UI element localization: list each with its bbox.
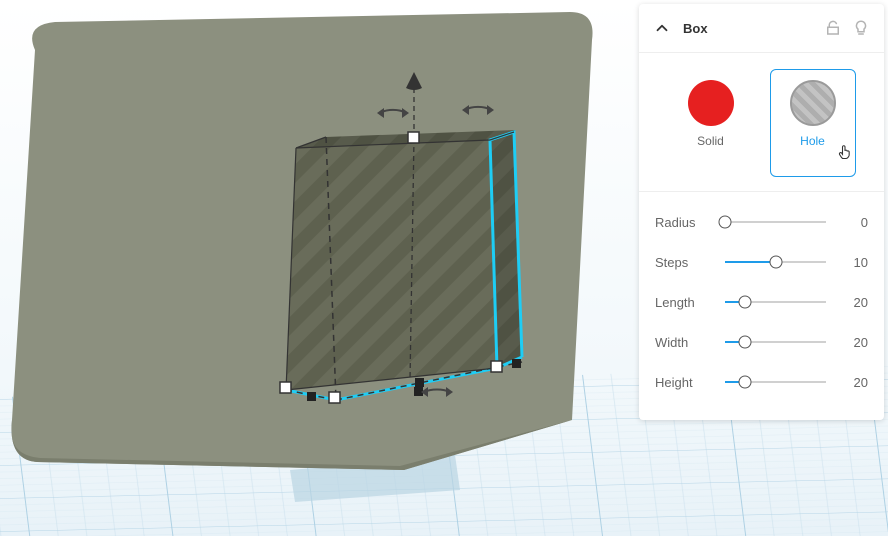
slider-thumb[interactable] <box>739 296 752 309</box>
param-value[interactable]: 20 <box>838 375 868 390</box>
cursor-hand-icon <box>835 142 855 162</box>
param-slider[interactable] <box>725 221 826 223</box>
param-label: Radius <box>655 215 713 230</box>
param-label: Height <box>655 375 713 390</box>
param-label: Width <box>655 335 713 350</box>
param-slider[interactable] <box>725 301 826 303</box>
param-height: Height 20 <box>655 362 868 402</box>
param-width: Width 20 <box>655 322 868 362</box>
param-value[interactable]: 0 <box>838 215 868 230</box>
lightbulb-icon[interactable] <box>852 19 870 37</box>
param-value[interactable]: 20 <box>838 295 868 310</box>
slider-thumb[interactable] <box>739 336 752 349</box>
hole-label: Hole <box>800 134 825 148</box>
param-value[interactable]: 10 <box>838 255 868 270</box>
shape-properties-panel: Box Solid Hole Radius0Steps10Length20Wid… <box>639 4 884 420</box>
param-label: Steps <box>655 255 713 270</box>
param-slider[interactable] <box>725 261 826 263</box>
collapse-icon[interactable] <box>653 19 671 37</box>
solid-label: Solid <box>697 134 724 148</box>
hole-option[interactable]: Hole <box>770 69 856 177</box>
param-value[interactable]: 20 <box>838 335 868 350</box>
param-steps: Steps 10 <box>655 242 868 282</box>
solid-option[interactable]: Solid <box>668 69 754 177</box>
solid-swatch-icon <box>688 80 734 126</box>
slider-thumb[interactable] <box>739 376 752 389</box>
param-length: Length 20 <box>655 282 868 322</box>
slider-thumb[interactable] <box>769 256 782 269</box>
param-slider[interactable] <box>725 381 826 383</box>
panel-title: Box <box>683 21 814 36</box>
param-slider[interactable] <box>725 341 826 343</box>
lock-icon[interactable] <box>824 19 842 37</box>
slider-thumb[interactable] <box>719 216 732 229</box>
param-radius: Radius 0 <box>655 202 868 242</box>
param-label: Length <box>655 295 713 310</box>
hole-swatch-icon <box>790 80 836 126</box>
